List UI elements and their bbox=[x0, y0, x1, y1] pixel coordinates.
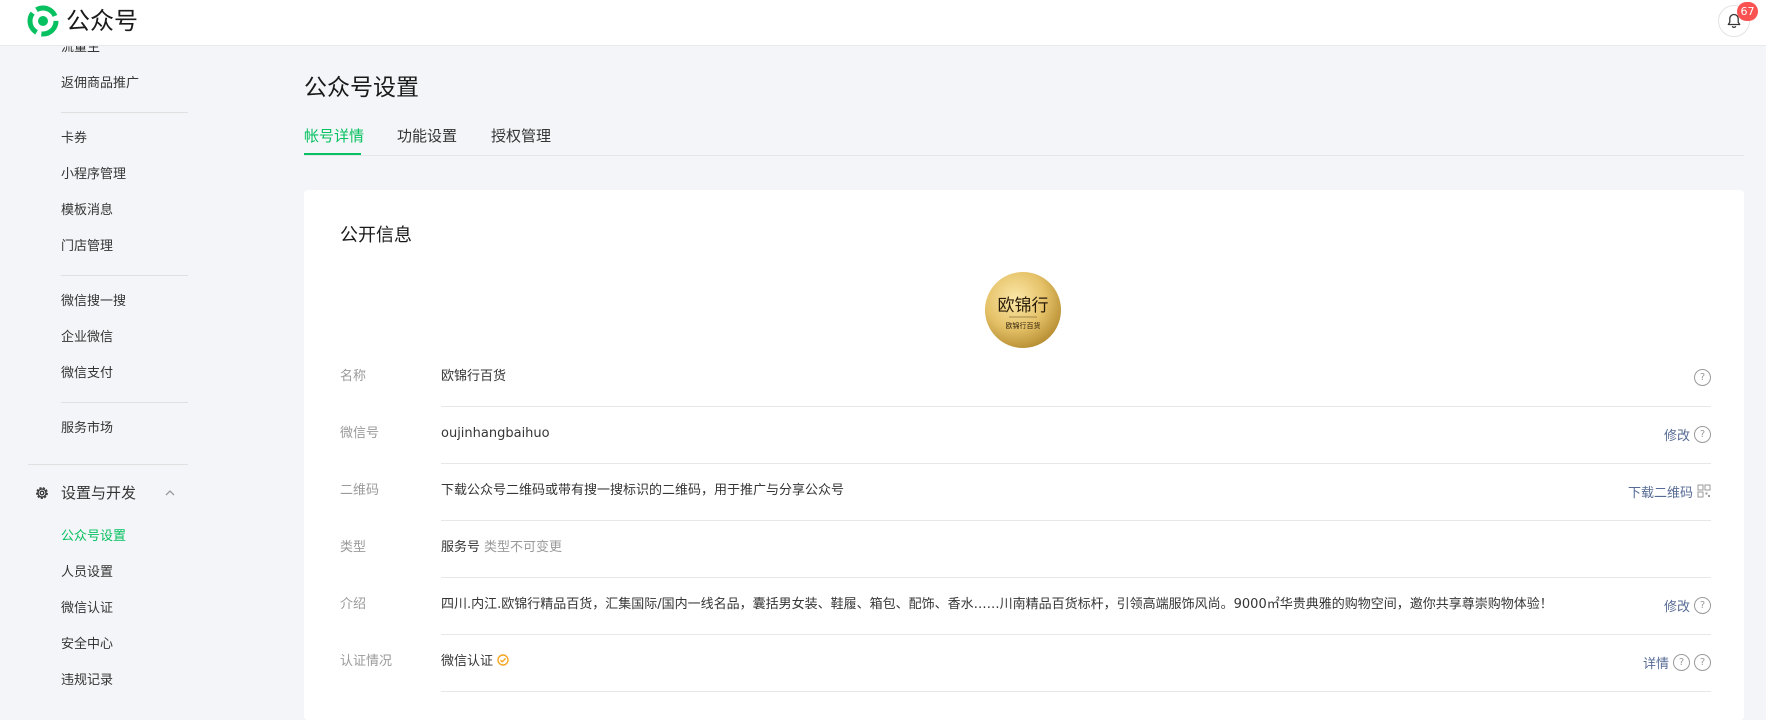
sidebar-divider bbox=[61, 275, 188, 276]
tab-bar: 帐号详情 功能设置 授权管理 bbox=[304, 122, 1744, 156]
sidebar-item-wechat-verification[interactable]: 微信认证 bbox=[61, 600, 113, 618]
sidebar-item-staff-settings[interactable]: 人员设置 bbox=[61, 564, 113, 582]
sidebar-item-template-messages[interactable]: 模板消息 bbox=[61, 202, 113, 220]
help-icon[interactable]: ? bbox=[1694, 368, 1711, 386]
sidebar: 流量主 返佣商品推广 卡券 小程序管理 模板消息 门店管理 微信搜一搜 企业微信… bbox=[0, 46, 230, 707]
avatar-sub-text: 欧锦行百货 bbox=[1006, 321, 1041, 330]
sidebar-item-security-center[interactable]: 安全中心 bbox=[61, 636, 113, 654]
verification-details-link[interactable]: 详情 bbox=[1643, 653, 1669, 672]
info-row-wechat-id: 微信号 oujinhangbaihuo 修改 ? bbox=[340, 407, 1711, 464]
row-actions: 下载二维码 bbox=[1628, 480, 1711, 502]
help-icon[interactable]: ? bbox=[1673, 653, 1690, 671]
account-type-note: 类型不可变更 bbox=[484, 540, 563, 555]
sidebar-item-wechat-search[interactable]: 微信搜一搜 bbox=[61, 293, 126, 311]
wechat-id-value: oujinhangbaihuo bbox=[441, 426, 550, 441]
account-type-value: 服务号 类型不可变更 bbox=[441, 538, 562, 558]
sidebar-item-stores[interactable]: 门店管理 bbox=[61, 238, 113, 256]
account-name-value: 欧锦行百货 bbox=[441, 369, 507, 384]
verification-value: 微信认证 bbox=[441, 652, 509, 672]
sidebar-item-commission-promotion[interactable]: 返佣商品推广 bbox=[61, 75, 139, 93]
introduction-value: 四川.内江.欧锦行精品百货，汇集国际/国内一线名品，囊括男女装、鞋履、箱包、配饰… bbox=[441, 597, 1553, 612]
app-title[interactable]: 公众号 bbox=[66, 5, 138, 37]
sidebar-item-coupons[interactable]: 卡券 bbox=[61, 130, 87, 148]
sidebar-item-violation-records[interactable]: 违规记录 bbox=[61, 672, 113, 690]
chevron-up-icon[interactable] bbox=[164, 487, 176, 499]
card-title: 公开信息 bbox=[340, 225, 412, 246]
row-actions: 修改 ? bbox=[1664, 423, 1711, 445]
row-actions: ? bbox=[1694, 366, 1711, 388]
info-row-introduction: 介绍 四川.内江.欧锦行精品百货，汇集国际/国内一线名品，囊括男女装、鞋履、箱包… bbox=[340, 578, 1711, 635]
row-label: 介绍 bbox=[340, 597, 367, 612]
sidebar-divider bbox=[61, 112, 188, 113]
sidebar-item-wecom[interactable]: 企业微信 bbox=[61, 329, 113, 347]
info-row-name: 名称 欧锦行百货 ? bbox=[340, 350, 1711, 407]
row-actions: 详情 ? ? bbox=[1643, 651, 1711, 673]
qrcode-icon[interactable] bbox=[1697, 484, 1711, 498]
tab-account-details[interactable]: 帐号详情 bbox=[304, 124, 364, 148]
top-bar: 公众号 67 bbox=[0, 0, 1766, 46]
active-tab-indicator bbox=[304, 153, 361, 155]
row-actions: 修改 ? bbox=[1664, 594, 1711, 616]
avatar-brand-text: 欧锦行 bbox=[998, 296, 1049, 315]
help-icon[interactable]: ? bbox=[1694, 425, 1711, 443]
page-title: 公众号设置 bbox=[304, 75, 419, 101]
sidebar-divider bbox=[61, 402, 188, 403]
sidebar-item-account-settings[interactable]: 公众号设置 bbox=[61, 528, 126, 546]
help-icon[interactable]: ? bbox=[1694, 596, 1711, 614]
account-type: 服务号 bbox=[441, 540, 481, 555]
notification-badge: 67 bbox=[1737, 2, 1758, 21]
sidebar-item-traffic-master[interactable]: 流量主 bbox=[61, 46, 100, 57]
download-qrcode-link[interactable]: 下载二维码 bbox=[1628, 482, 1693, 501]
row-label: 二维码 bbox=[340, 483, 380, 498]
row-divider bbox=[441, 691, 1711, 692]
public-info-card: 公开信息 欧锦行 欧锦行百货 名称 欧锦行百货 ? 微信号 oujinhangb… bbox=[304, 190, 1744, 720]
verification-status: 微信认证 bbox=[441, 654, 494, 669]
sidebar-section-label: 设置与开发 bbox=[61, 484, 137, 502]
sidebar-divider bbox=[28, 464, 188, 465]
gear-icon bbox=[36, 487, 48, 499]
info-row-type: 类型 服务号 类型不可变更 bbox=[340, 521, 1711, 578]
modify-introduction-link[interactable]: 修改 bbox=[1664, 596, 1690, 615]
info-row-qrcode: 二维码 下载公众号二维码或带有搜一搜标识的二维码，用于推广与分享公众号 下载二维… bbox=[340, 464, 1711, 521]
help-icon[interactable]: ? bbox=[1694, 653, 1711, 671]
sidebar-section-settings-dev[interactable]: 设置与开发 bbox=[34, 482, 184, 504]
verified-check-icon bbox=[497, 654, 509, 666]
row-label: 名称 bbox=[340, 369, 367, 384]
info-row-verification: 认证情况 微信认证 详情 ? ? bbox=[340, 635, 1711, 692]
tab-authorization[interactable]: 授权管理 bbox=[491, 124, 551, 148]
row-label: 认证情况 bbox=[340, 654, 393, 669]
modify-wechat-id-link[interactable]: 修改 bbox=[1664, 425, 1690, 444]
sidebar-item-service-market[interactable]: 服务市场 bbox=[61, 420, 113, 438]
sidebar-item-miniprogram[interactable]: 小程序管理 bbox=[61, 166, 126, 184]
sidebar-item-wechat-pay[interactable]: 微信支付 bbox=[61, 365, 113, 383]
tab-feature-settings[interactable]: 功能设置 bbox=[397, 124, 457, 148]
avatar: 欧锦行 欧锦行百货 bbox=[985, 272, 1061, 348]
row-label: 微信号 bbox=[340, 426, 380, 441]
row-label: 类型 bbox=[340, 540, 367, 555]
wechat-mp-logo-icon[interactable] bbox=[27, 5, 59, 37]
qrcode-description: 下载公众号二维码或带有搜一搜标识的二维码，用于推广与分享公众号 bbox=[441, 483, 845, 498]
